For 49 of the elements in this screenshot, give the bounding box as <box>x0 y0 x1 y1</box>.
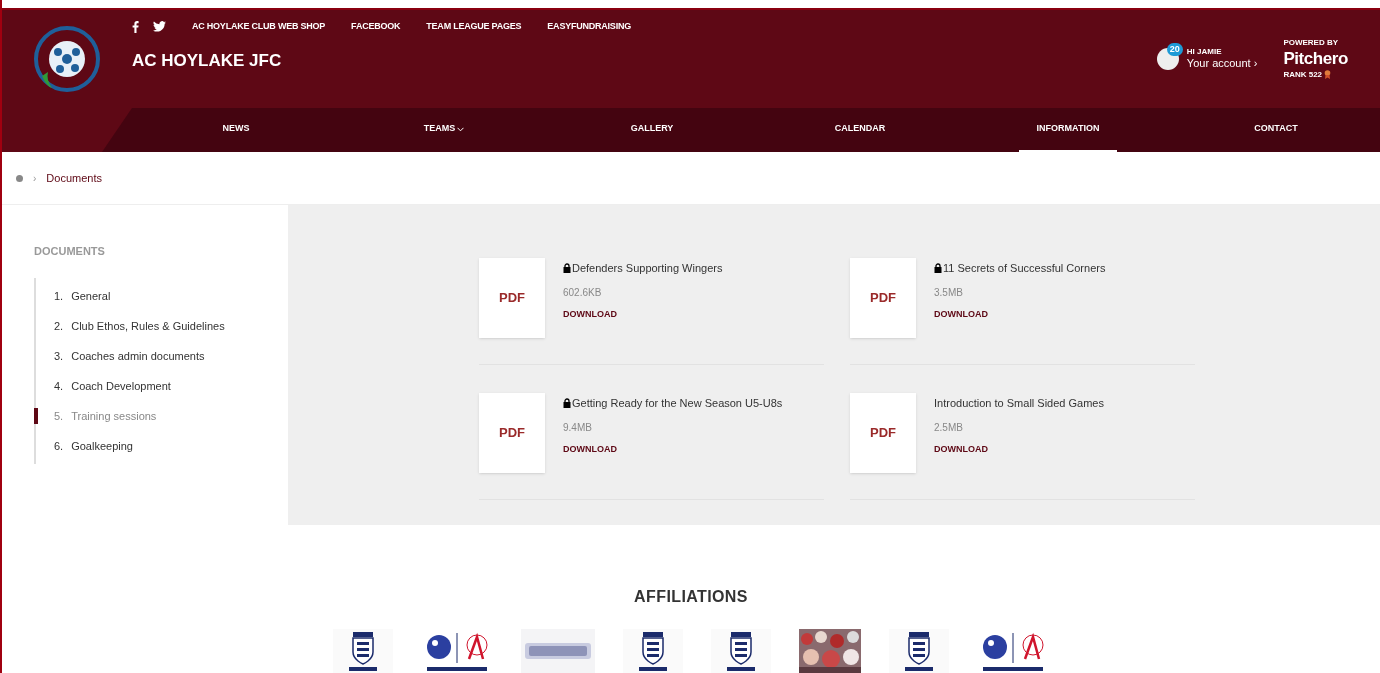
file-size: 3.5MB <box>934 285 964 300</box>
download-link[interactable]: DOWNLOAD <box>934 442 1104 456</box>
club-crest-logo[interactable] <box>34 26 100 92</box>
breadcrumb-current: Documents <box>46 170 102 186</box>
sidebar-item[interactable]: 3. Coaches admin documents <box>34 347 288 364</box>
download-link[interactable]: DOWNLOAD <box>563 307 723 321</box>
document-title[interactable]: Getting Ready for the New Season U5-U8s <box>572 395 783 412</box>
sidebar-item[interactable]: 6. Goalkeeping <box>34 437 288 454</box>
download-link[interactable]: DOWNLOAD <box>563 442 783 456</box>
notification-badge: 20 <box>1166 43 1183 56</box>
account-label: Your account › <box>1186 57 1258 71</box>
greeting: HI JAMIE <box>1186 47 1223 58</box>
nav-tab[interactable]: INFORMATION <box>1018 108 1118 152</box>
document-title[interactable]: Defenders Supporting Wingers <box>572 260 723 277</box>
chevron-down-icon <box>457 126 465 132</box>
breadcrumb-separator: › <box>33 171 37 186</box>
top-link[interactable]: EASYFUNDRAISING <box>547 20 631 34</box>
file-thumbnail[interactable]: PDF <box>479 258 545 338</box>
nav-tab[interactable]: TEAMS <box>405 108 483 152</box>
twitter-icon[interactable] <box>153 21 166 33</box>
document-title[interactable]: Introduction to Small Sided Games <box>934 395 1104 412</box>
nav-tab[interactable]: CALENDAR <box>816 108 904 152</box>
sidebar-item[interactable]: 2. Club Ethos, Rules & Guidelines <box>34 317 288 334</box>
file-thumbnail[interactable]: PDF <box>850 393 916 473</box>
nav-tab[interactable]: GALLERY <box>612 108 692 152</box>
facebook-icon[interactable] <box>132 20 139 33</box>
sidebar-item[interactable]: 1. General <box>34 287 288 304</box>
rank-label: RANK 522 <box>1283 69 1323 80</box>
file-thumbnail[interactable]: PDF <box>479 393 545 473</box>
document-title[interactable]: 11 Secrets of Successful Corners <box>943 260 1106 277</box>
file-size: 2.5MB <box>934 420 964 435</box>
nav-tab[interactable]: NEWS <box>204 108 268 152</box>
brand-logo[interactable]: Pitchero <box>1283 48 1348 70</box>
medal-icon <box>1324 70 1332 80</box>
file-size: 602.6KB <box>563 285 603 300</box>
nav-tab[interactable]: CONTACT <box>1236 108 1316 152</box>
top-link[interactable]: AC HOYLAKE CLUB WEB SHOP <box>192 20 326 34</box>
club-name: AC HOYLAKE JFC <box>132 49 283 72</box>
file-thumbnail[interactable]: PDF <box>850 258 916 338</box>
home-icon[interactable] <box>16 174 23 182</box>
avatar-icon <box>1156 48 1179 70</box>
top-link[interactable]: FACEBOOK <box>351 20 401 34</box>
sidebar-title: DOCUMENTS <box>34 244 106 259</box>
download-link[interactable]: DOWNLOAD <box>934 307 1106 321</box>
file-size: 9.4MB <box>563 420 593 435</box>
top-link[interactable]: TEAM LEAGUE PAGES <box>426 20 522 34</box>
powered-by-label: POWERED BY <box>1283 38 1340 49</box>
sidebar-item[interactable]: 4. Coach Development <box>34 377 288 394</box>
section-heading: AFFILIATIONS <box>634 587 748 607</box>
